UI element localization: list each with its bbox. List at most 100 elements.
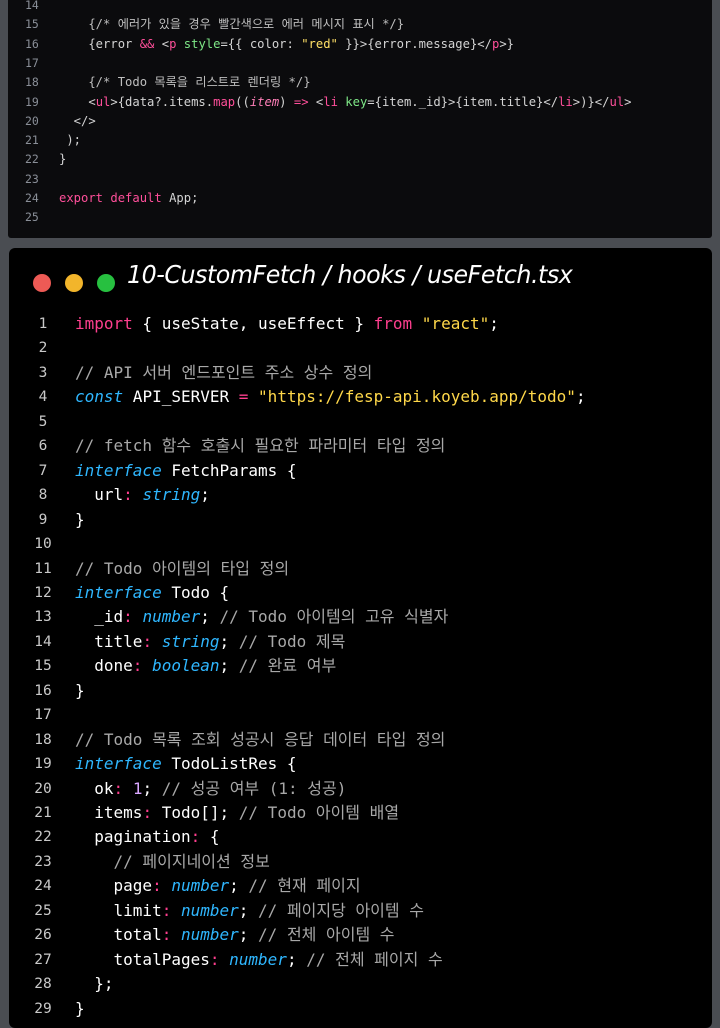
line-number: 20 xyxy=(34,780,52,797)
code-line: 24 page: number; // 현재 페이지 xyxy=(9,874,712,898)
line-number: 19 xyxy=(25,94,39,109)
code-token: interface xyxy=(75,582,162,602)
line-number: 28 xyxy=(34,976,52,993)
line-number: 1 xyxy=(38,316,48,332)
line-number: 18 xyxy=(25,75,39,90)
code-line: 27 totalPages: number; // 전체 페이지 수 xyxy=(9,948,712,972)
code-line: 20 </> xyxy=(8,112,712,131)
code-line: 14 xyxy=(8,0,712,15)
code-token: >)}</ xyxy=(572,94,610,109)
line-number: 21 xyxy=(34,805,52,821)
code-token: // Todo 아이템 배열 xyxy=(238,803,400,822)
code-token: _id xyxy=(75,607,124,627)
code-token: : xyxy=(132,656,143,676)
code-token: : xyxy=(123,485,133,505)
code-text: page: number; // 현재 페이지 xyxy=(75,874,361,898)
code-line: 25 xyxy=(8,208,712,227)
code-token: ; xyxy=(229,876,249,896)
code-line: 5 xyxy=(9,410,712,434)
line-number: 19 xyxy=(34,756,52,773)
code-token: }}>{error.message}</ xyxy=(337,36,492,51)
code-line: 10 xyxy=(9,532,712,556)
code-text: {error && <p style={{ color: "red" }}>{e… xyxy=(59,35,514,54)
code-text: }; xyxy=(75,972,113,996)
code-token: item xyxy=(249,94,280,109)
code-token: from xyxy=(373,314,413,333)
line-number: 6 xyxy=(38,438,48,455)
window-minimize-dot[interactable] xyxy=(65,274,83,292)
line-number: 7 xyxy=(38,462,48,479)
code-line: 3 // API 서버 엔드포인트 주소 상수 정의 xyxy=(9,361,712,385)
code-token: totalPages xyxy=(75,949,210,969)
code-token: key xyxy=(345,94,368,109)
code-token: number xyxy=(171,876,230,896)
code-token: ); xyxy=(59,133,82,148)
bottom-code-editor: 10-CustomFetch / hooks / useFetch.tsx 1 i… xyxy=(9,248,712,1028)
code-token: li xyxy=(323,94,338,109)
code-token: } xyxy=(59,152,67,167)
code-text: // Todo 아이템의 타입 정의 xyxy=(75,557,289,581)
code-token: ok xyxy=(75,778,114,798)
code-token: ={item._id}>{item.title}</ xyxy=(367,94,559,109)
code-line: 25 limit: number; // 페이지당 아이템 수 xyxy=(9,899,712,923)
line-number: 16 xyxy=(25,36,39,51)
code-text: // fetch 함수 호출시 필요한 파라미터 타입 정의 xyxy=(75,434,445,458)
code-text: ok: 1; // 성공 여부 (1: 성공) xyxy=(75,777,346,801)
code-token: number xyxy=(180,925,239,945)
code-token: { useState, useEffect } xyxy=(132,314,374,333)
line-number: 3 xyxy=(38,364,48,381)
code-text: items: Todo[]; // Todo 아이템 배열 xyxy=(75,801,399,825)
line-number: 9 xyxy=(38,511,48,528)
code-token: ; xyxy=(200,485,210,505)
code-token: style xyxy=(183,36,221,51)
line-number: 12 xyxy=(34,584,52,601)
code-token: > xyxy=(624,94,632,109)
code-line: 29} xyxy=(9,997,712,1021)
code-token: // Todo 제목 xyxy=(238,631,346,651)
code-token: interface xyxy=(75,754,162,774)
code-line: 13 _id: number; // Todo 아이템의 고유 식별자 xyxy=(9,605,712,629)
line-number: 20 xyxy=(25,113,39,128)
code-text: {/* 에러가 있을 경우 빨간색으로 에러 메시지 표시 */} xyxy=(59,15,404,34)
code-token: = xyxy=(238,387,249,407)
code-line: 12 interface Todo { xyxy=(9,581,712,605)
window-maximize-dot[interactable] xyxy=(97,274,115,292)
code-token: import xyxy=(75,314,133,333)
code-text: } xyxy=(75,679,85,703)
line-number: 8 xyxy=(38,487,48,504)
code-text: ); xyxy=(59,131,81,150)
code-token: boolean xyxy=(152,656,220,676)
code-token: ; xyxy=(142,778,162,798)
code-line: 19 interface TodoListRes { xyxy=(9,752,712,776)
code-token: ={{ color: xyxy=(220,36,302,51)
line-number: 17 xyxy=(25,55,39,70)
code-text: // API 서버 엔드포인트 주소 상수 정의 xyxy=(75,361,372,385)
line-number: 23 xyxy=(34,853,52,870)
line-number: 14 xyxy=(34,633,52,650)
code-token: < xyxy=(59,94,96,109)
code-token: ; xyxy=(286,949,307,969)
line-number: 18 xyxy=(34,731,52,748)
code-token: : xyxy=(190,827,201,847)
code-token: : xyxy=(161,925,172,945)
code-token: number xyxy=(180,900,239,920)
code-text: totalPages: number; // 전체 페이지 수 xyxy=(75,948,443,972)
code-token: "react" xyxy=(421,314,490,333)
code-token: // API 서버 엔드포인트 주소 상수 정의 xyxy=(75,362,373,382)
window-close-dot[interactable] xyxy=(33,274,51,292)
code-line: 22} xyxy=(8,150,712,169)
code-text: const API_SERVER = "https://fesp-api.koy… xyxy=(75,385,586,409)
code-token: "red" xyxy=(301,36,338,51)
code-token: // 성공 여부 (1: 성공) xyxy=(161,778,347,798)
code-text: <ul>{data?.items.map((item) => <li key={… xyxy=(59,93,631,112)
line-number: 16 xyxy=(34,682,52,699)
code-token: export default xyxy=(59,191,162,205)
file-path-title: 10-CustomFetch / hooks / useFetch.tsx xyxy=(127,260,573,289)
line-number: 26 xyxy=(34,927,52,944)
code-token: // 전체 페이지 수 xyxy=(306,949,443,969)
code-text: {/* Todo 목록을 리스트로 렌더링 */} xyxy=(59,73,310,92)
